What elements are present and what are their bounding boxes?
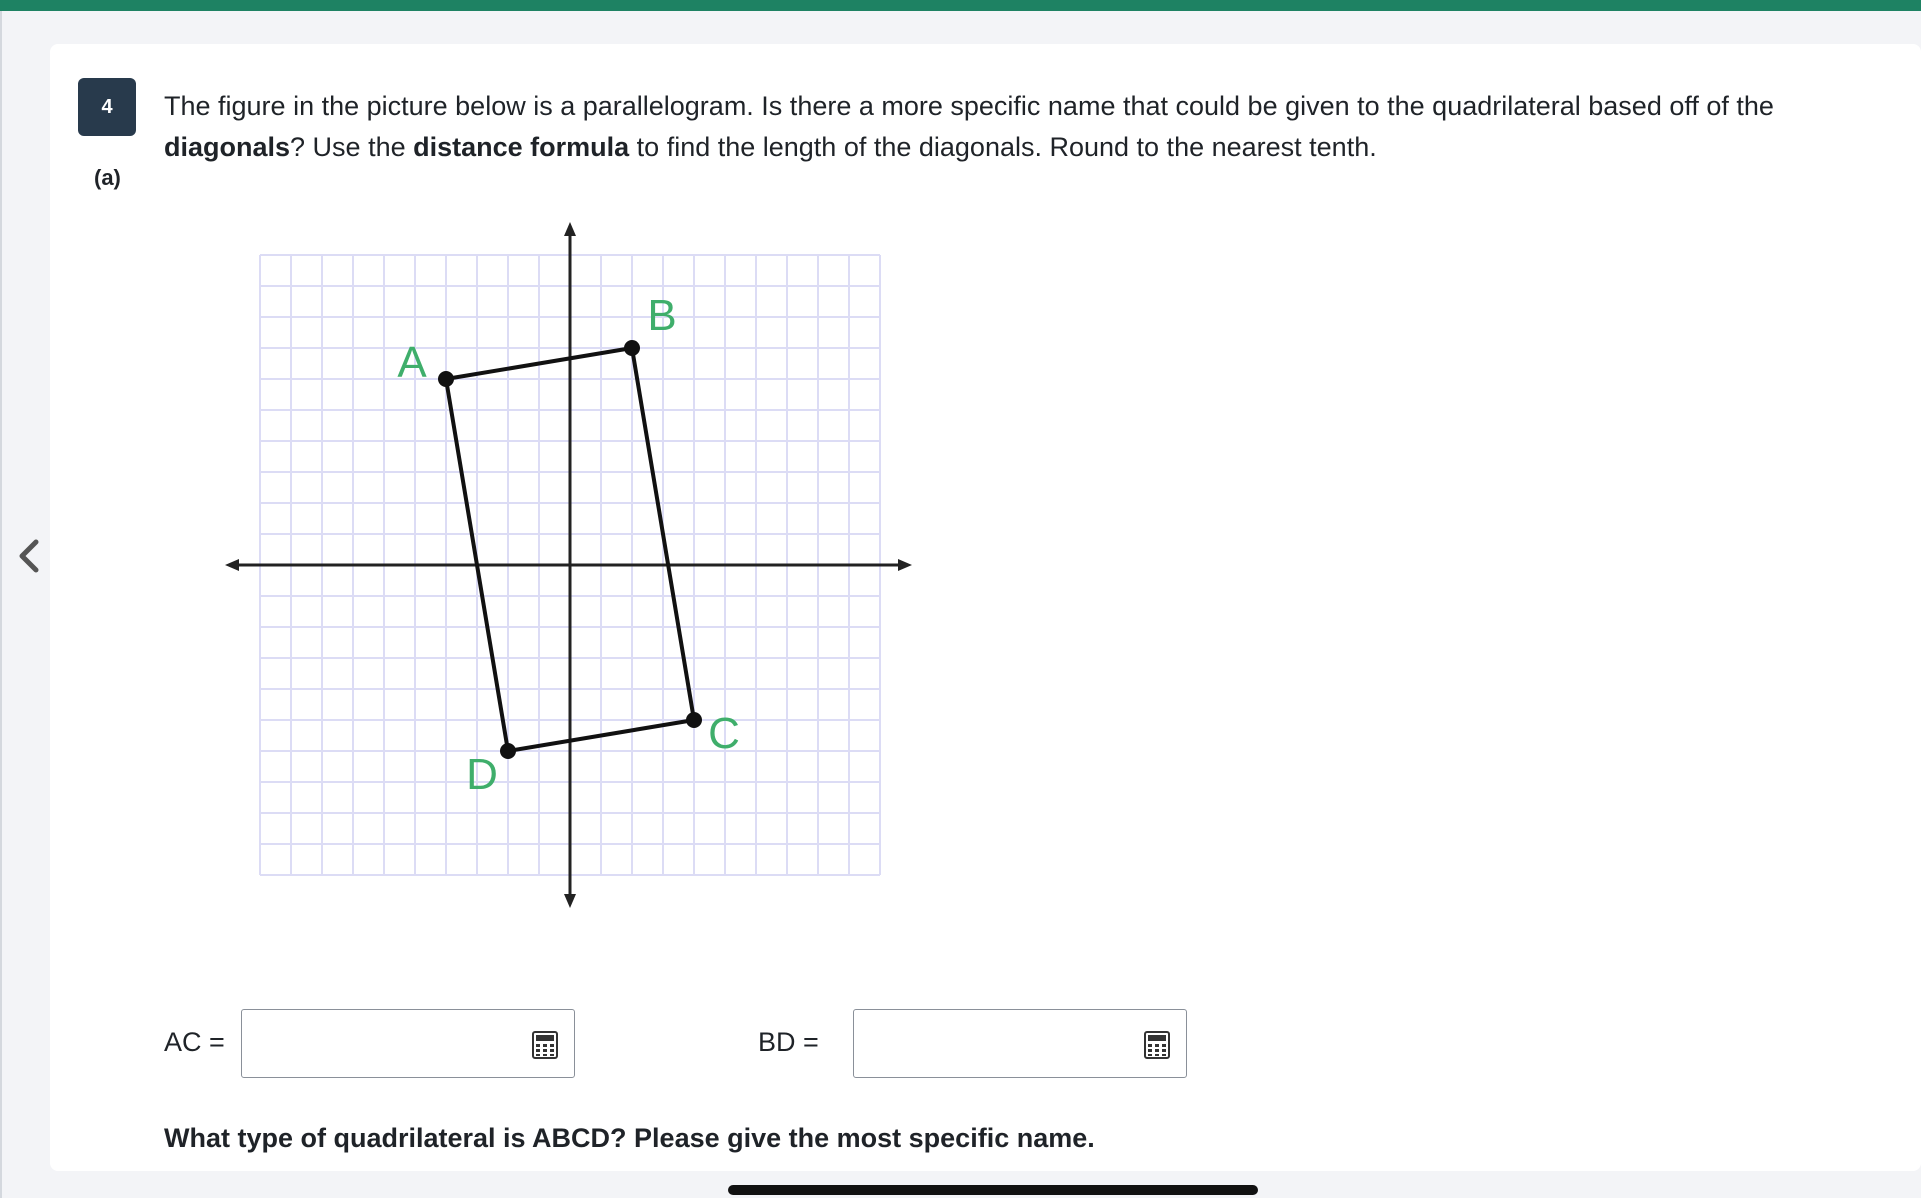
vertex-label-b: B (647, 291, 676, 340)
ac-label: AC = (164, 1027, 225, 1057)
x-axis-arrow-left (225, 559, 239, 571)
top-accent-bar (0, 0, 1921, 11)
left-edge-divider (0, 11, 2, 1198)
calculator-icon[interactable] (532, 1031, 558, 1059)
followup-question: What type of quadrilateral is ABCD? Plea… (164, 1123, 1095, 1153)
y-axis-arrow-down (564, 894, 576, 908)
bd-answer-box (853, 1009, 1187, 1078)
home-indicator[interactable] (728, 1185, 1258, 1195)
calculator-icon[interactable] (1144, 1031, 1170, 1059)
vertex-d (500, 743, 516, 759)
vertex-b (624, 340, 640, 356)
x-axis-arrow-right (898, 559, 912, 571)
prompt-segment: distance formula (413, 132, 630, 162)
chevron-left-icon[interactable] (14, 538, 44, 574)
bd-label: BD = (758, 1027, 819, 1057)
part-label: (a) (94, 165, 121, 190)
vertex-label-d: D (466, 750, 498, 799)
vertex-c (686, 712, 702, 728)
vertex-a (438, 371, 454, 387)
prompt-segment: ? Use the (290, 132, 414, 162)
prompt-segment: to find the length of the diagonals. Rou… (629, 132, 1377, 162)
ac-answer-box (241, 1009, 575, 1078)
coordinate-graph: A B C D (225, 222, 912, 908)
prompt-segment: The figure in the picture below is a par… (164, 91, 1774, 121)
question-number-badge: 4 (78, 78, 136, 136)
bd-input[interactable] (864, 1020, 1118, 1070)
vertex-label-c: C (708, 709, 740, 758)
vertex-label-a: A (397, 338, 427, 387)
question-prompt: The figure in the picture below is a par… (164, 86, 1884, 168)
prompt-segment: diagonals (164, 132, 291, 162)
y-axis-arrow-up (564, 222, 576, 236)
ac-input[interactable] (252, 1020, 506, 1070)
